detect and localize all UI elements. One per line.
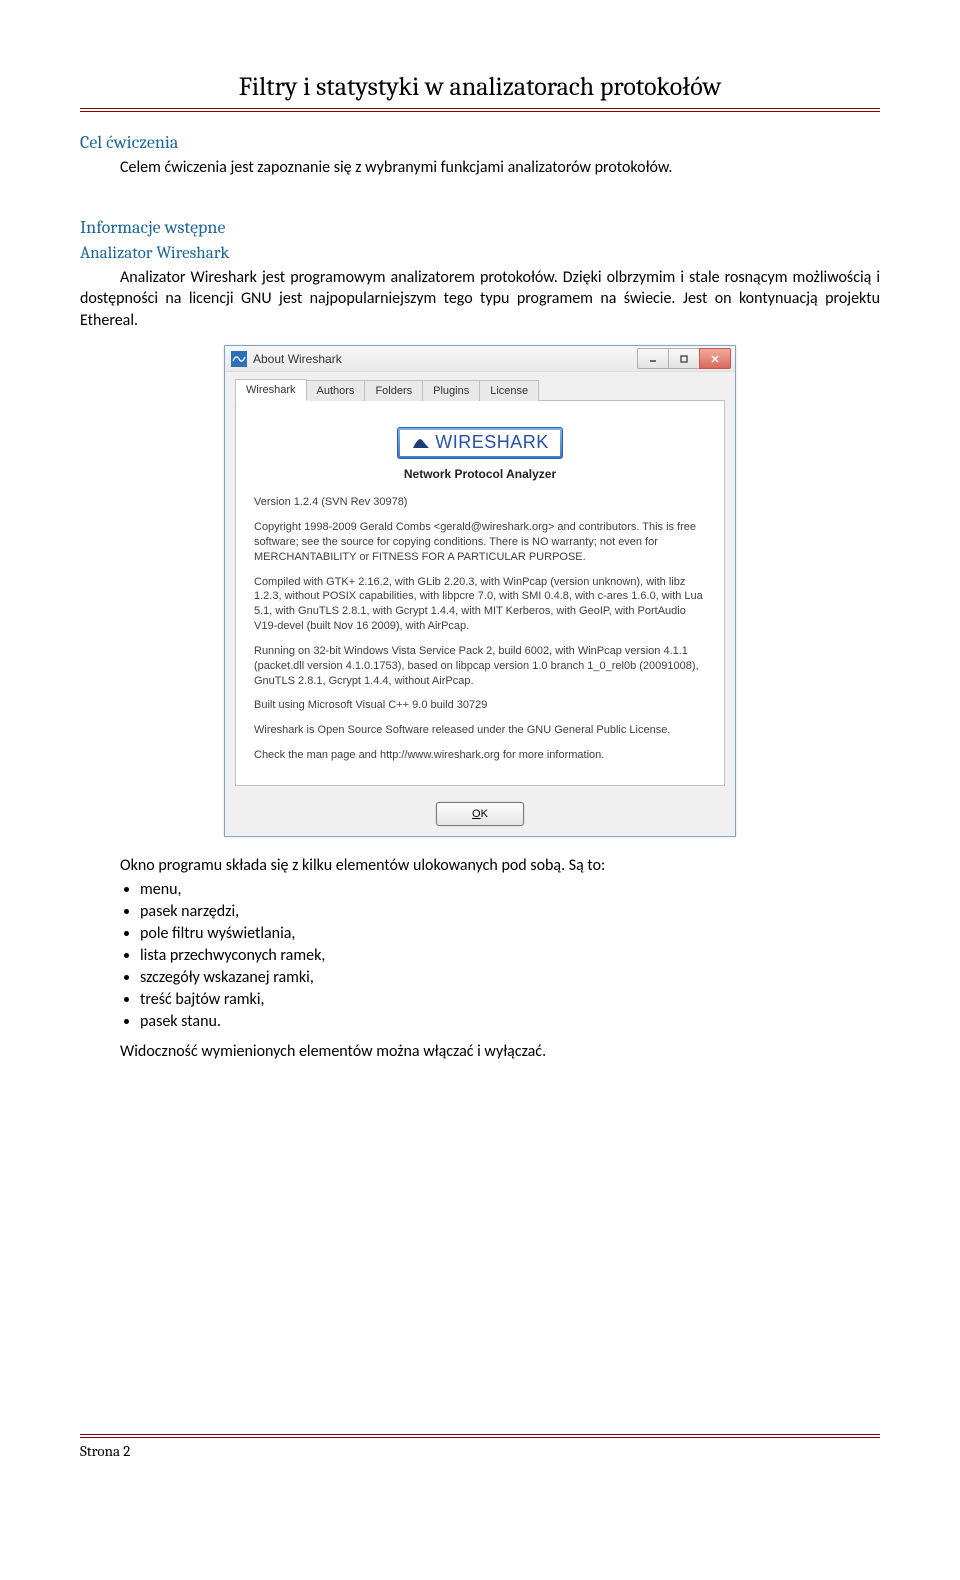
list-item: pasek stanu. [140,1012,880,1031]
titlebar: About Wireshark [225,346,735,372]
list-item: menu, [140,880,880,899]
about-wireshark-dialog: About Wireshark Wireshark Authors Folder… [224,345,736,837]
maximize-button[interactable] [668,348,700,369]
ok-button[interactable]: OK [436,802,524,826]
about-compiled: Compiled with GTK+ 2.16.2, with GLib 2.2… [254,575,706,634]
list-item: pole filtru wyświetlania, [140,924,880,943]
tab-wireshark[interactable]: Wireshark [235,379,307,401]
list-item: pasek narzędzi, [140,902,880,921]
heading-info: Informacje wstępne [80,217,880,238]
heading-cel: Cel ćwiczenia [80,132,880,153]
tabstrip: Wireshark Authors Folders Plugins Licens… [225,372,735,400]
logo-text: WIRESHARK [435,432,549,452]
tab-content: WIRESHARK Network Protocol Analyzer Vers… [235,400,725,786]
logo-subtitle: Network Protocol Analyzer [254,467,706,481]
list-item: treść bajtów ramki, [140,990,880,1009]
tab-license[interactable]: License [479,380,539,401]
about-version: Version 1.2.4 (SVN Rev 30978) [254,495,706,510]
closing-text: Widoczność wymienionych elementów można … [120,1041,880,1063]
about-copyright: Copyright 1998-2009 Gerald Combs <gerald… [254,520,706,565]
header-rule [80,108,880,112]
subheading-wireshark: Analizator Wireshark [80,244,880,263]
tab-plugins[interactable]: Plugins [422,380,480,401]
info-para1: Analizator Wireshark jest programowym an… [80,267,880,332]
list-item: szczegóły wskazanej ramki, [140,968,880,987]
list-item: lista przechwyconych ramek, [140,946,880,965]
wireshark-logo: WIRESHARK [397,427,563,459]
shark-fin-icon [411,433,431,454]
tab-folders[interactable]: Folders [364,380,423,401]
about-running: Running on 32-bit Windows Vista Service … [254,644,706,689]
footer-rule [80,1434,880,1438]
page-number: Strona 2 [80,1442,880,1460]
close-button[interactable] [699,348,731,369]
tab-authors[interactable]: Authors [306,380,366,401]
after-image-text: Okno programu składa się z kilku element… [120,855,880,877]
elements-list: menu, pasek narzędzi, pole filtru wyświe… [140,880,880,1031]
about-check: Check the man page and http://www.wiresh… [254,748,706,763]
page-title: Filtry i statystyki w analizatorach prot… [80,72,880,102]
about-oss: Wireshark is Open Source Software releas… [254,723,706,738]
about-built: Built using Microsoft Visual C++ 9.0 bui… [254,698,706,713]
wireshark-icon [231,351,247,367]
cel-text: Celem ćwiczenia jest zapoznanie się z wy… [120,157,880,179]
page-footer: Strona 2 [80,1434,880,1460]
minimize-button[interactable] [637,348,669,369]
window-title: About Wireshark [253,352,638,366]
